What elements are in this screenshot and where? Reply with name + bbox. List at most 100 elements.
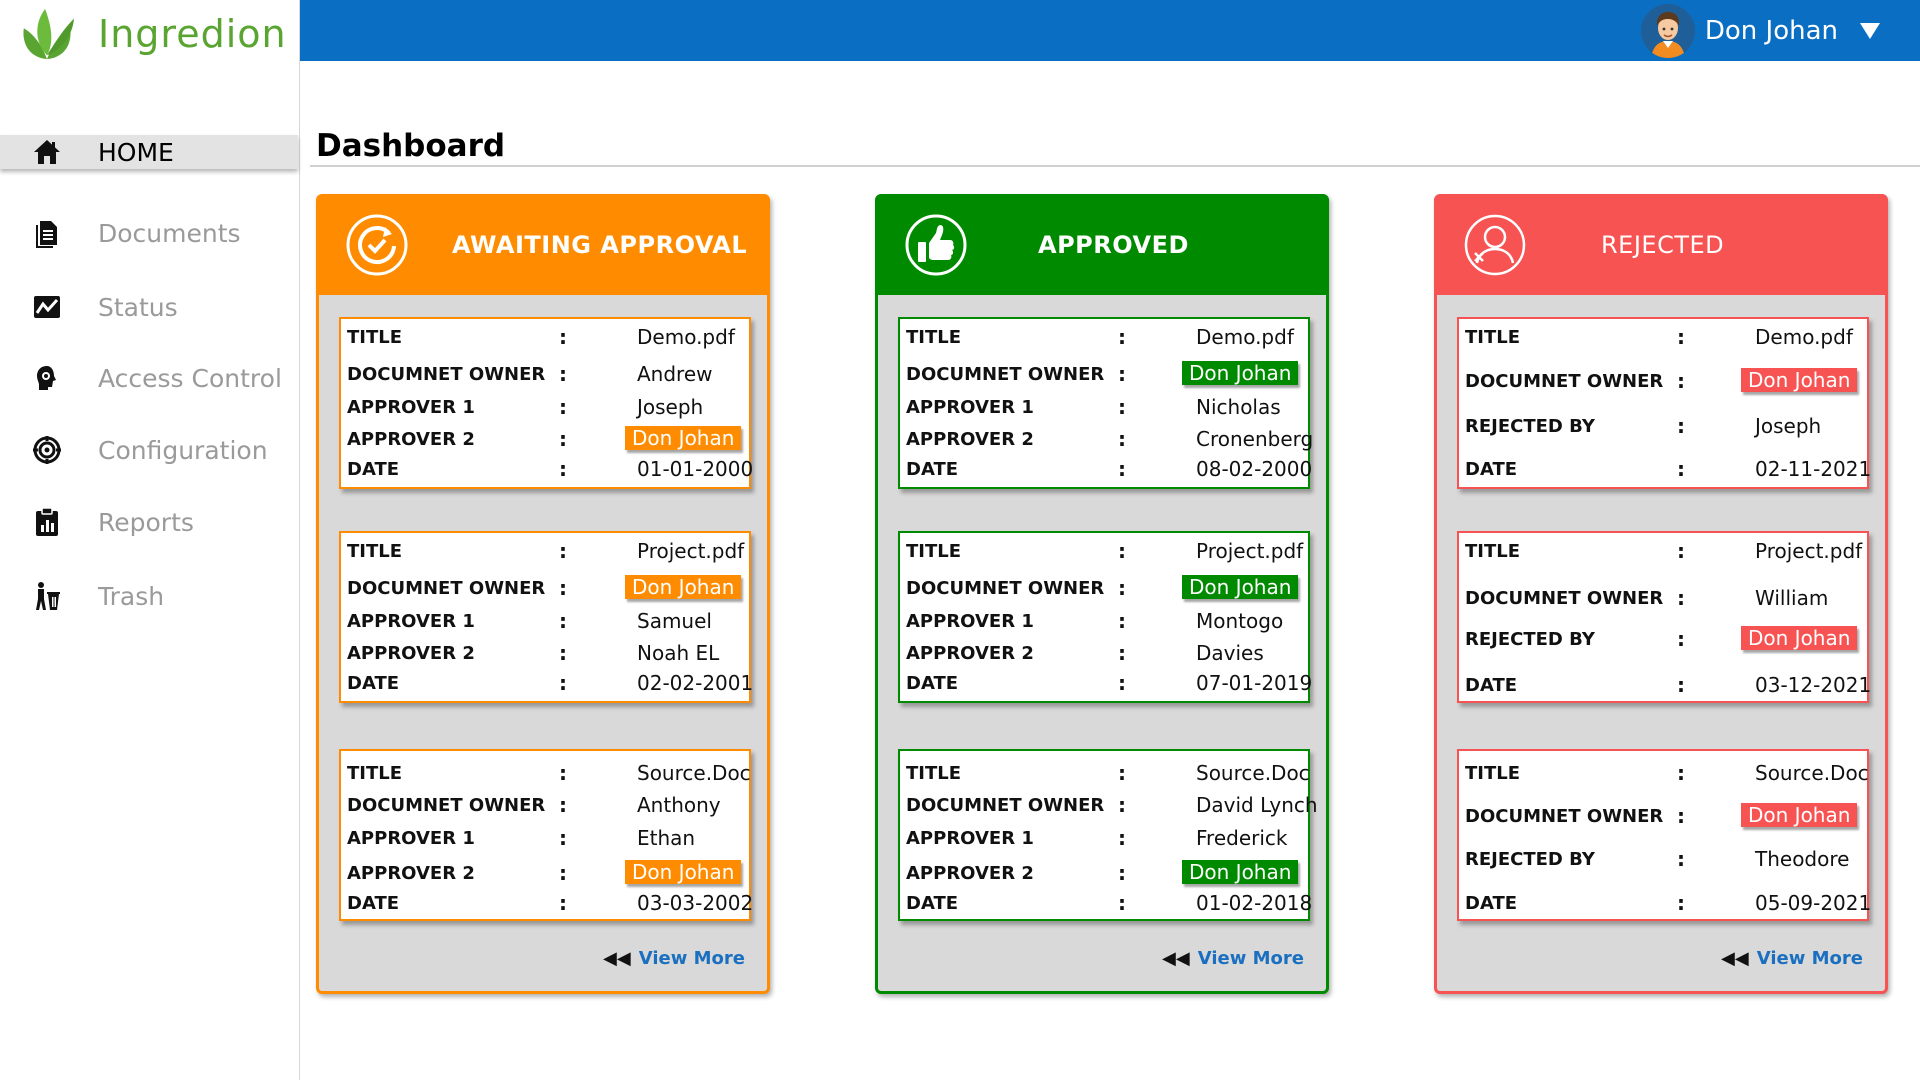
card-row-date: DATE: 01-02-2018 <box>900 889 1312 919</box>
sidebar-item-configuration[interactable]: Configuration <box>0 430 300 470</box>
colon: : <box>1677 325 1685 349</box>
card-row-approver-1: APPROVER 1: Samuel <box>341 607 749 637</box>
field-label: APPROVER 1 <box>906 828 1034 849</box>
colon: : <box>1118 609 1126 633</box>
colon: : <box>1118 395 1126 419</box>
user-highlight-badge: Don Johan <box>1741 626 1858 650</box>
field-value: Cronenberg <box>1196 427 1314 451</box>
colon: : <box>1118 793 1126 817</box>
field-value: Andrew <box>637 362 713 386</box>
rejected-panel: REJECTED TITLE: Demo.pdf DOCUMNET OWNER: D… <box>1434 194 1888 994</box>
sidebar-item-reports[interactable]: Reports <box>0 502 300 542</box>
colon: : <box>559 427 567 451</box>
field-value: Montogo <box>1196 609 1284 633</box>
view-more-link[interactable]: ◀◀ View More <box>603 948 745 969</box>
user-highlight-badge: Don Johan <box>625 426 742 450</box>
field-label: DOCUMNET OWNER <box>1465 806 1664 827</box>
sidebar-item-label: Configuration <box>98 435 268 465</box>
colon: : <box>1118 861 1126 885</box>
leaf-logo-icon <box>23 8 75 60</box>
brand-logo[interactable]: Ingredion <box>18 4 287 64</box>
document-card[interactable]: TITLE: Project.pdf DOCUMNET OWNER: William… <box>1457 531 1871 703</box>
sidebar-item-trash[interactable]: Trash <box>0 576 300 616</box>
field-value: Source.Doc <box>1196 761 1310 785</box>
colon: : <box>559 576 567 600</box>
field-value: Source.Doc <box>1755 761 1869 785</box>
colon: : <box>559 609 567 633</box>
field-label: APPROVER 1 <box>347 397 475 418</box>
field-label: DATE <box>347 459 400 480</box>
rewind-icon: ◀◀ <box>603 948 631 969</box>
view-more-link[interactable]: ◀◀ View More <box>1721 948 1863 969</box>
document-card[interactable]: TITLE: Demo.pdf DOCUMNET OWNER: Andrew APP… <box>339 317 753 489</box>
field-value: Nicholas <box>1196 395 1281 419</box>
colon: : <box>1118 761 1126 785</box>
field-label: APPROVER 1 <box>906 397 1034 418</box>
card-row-owner: DOCUMNET OWNER: William <box>1459 584 1867 614</box>
field-label: APPROVER 2 <box>906 643 1034 664</box>
document-card[interactable]: TITLE: Demo.pdf DOCUMNET OWNER: Don Johan … <box>898 317 1314 489</box>
sidebar-item-home[interactable]: HOME <box>0 135 298 169</box>
field-label: APPROVER 2 <box>906 429 1034 450</box>
field-value: 08-02-2000 <box>1196 457 1313 481</box>
card-row-title: TITLE: Source.Doc <box>341 759 751 789</box>
user-menu[interactable]: Don Johan <box>1640 3 1880 59</box>
home-icon <box>30 135 64 169</box>
sidebar-item-access-control[interactable]: Access Control <box>0 358 300 398</box>
colon: : <box>1677 804 1685 828</box>
colon: : <box>1677 586 1685 610</box>
colon: : <box>559 641 567 665</box>
card-row-owner: DOCUMNET OWNER: Don Johan <box>900 360 1308 390</box>
document-card[interactable]: TITLE: Demo.pdf DOCUMNET OWNER: Don Johan … <box>1457 317 1871 489</box>
sidebar-item-status[interactable]: Status <box>0 287 300 327</box>
card-row-approver-2: APPROVER 2: Davies <box>900 639 1308 669</box>
avatar[interactable] <box>1640 4 1695 58</box>
field-value: Demo.pdf <box>637 325 735 349</box>
trash-icon <box>30 579 64 613</box>
colon: : <box>559 539 567 563</box>
field-label: DATE <box>1465 675 1518 696</box>
document-card[interactable]: TITLE: Source.Doc DOCUMNET OWNER: David Ly… <box>898 749 1318 921</box>
user-avatar-icon <box>1640 4 1695 58</box>
user-name[interactable]: Don Johan <box>1705 16 1838 46</box>
page-title: Dashboard <box>316 128 506 164</box>
field-label: DATE <box>347 893 400 914</box>
user-highlight-badge: Don Johan <box>1182 361 1299 385</box>
approved-panel: APPROVED TITLE: Demo.pdf DOCUMNET OWNER: D… <box>875 194 1329 994</box>
colon: : <box>559 362 567 386</box>
field-label: DOCUMNET OWNER <box>1465 371 1664 392</box>
document-card[interactable]: TITLE: Source.Doc DOCUMNET OWNER: Anthony … <box>339 749 753 921</box>
card-row-rejected-by: REJECTED BY: Theodore <box>1459 845 1867 875</box>
field-label: DATE <box>1465 459 1518 480</box>
chevron-down-icon[interactable] <box>1860 23 1880 39</box>
sidebar-item-label: HOME <box>98 137 174 167</box>
field-value: Davies <box>1196 641 1264 665</box>
colon: : <box>1118 826 1126 850</box>
card-row-approver-2: APPROVER 2: Don Johan <box>341 859 749 889</box>
user-highlight-badge: Don Johan <box>1741 803 1858 827</box>
field-label: TITLE <box>1465 763 1521 784</box>
card-row-approver-1: APPROVER 1: Joseph <box>341 393 749 423</box>
colon: : <box>1118 539 1126 563</box>
card-row-date: DATE: 07-01-2019 <box>900 669 1312 699</box>
view-more-link[interactable]: ◀◀ View More <box>1162 948 1304 969</box>
field-value: Joseph <box>1755 414 1822 438</box>
document-card[interactable]: TITLE: Source.Doc DOCUMNET OWNER: Don Joha… <box>1457 749 1871 921</box>
card-row-date: DATE: 02-02-2001 <box>341 669 753 699</box>
field-label: DATE <box>906 893 959 914</box>
awaiting-approval-panel: AWAITING APPROVAL TITLE: Demo.pdf DOCUMNE… <box>316 194 770 994</box>
access-control-icon <box>30 361 64 395</box>
document-card[interactable]: TITLE: Project.pdf DOCUMNET OWNER: Don Joh… <box>898 531 1312 703</box>
title-divider <box>310 165 1920 167</box>
card-row-title: TITLE: Demo.pdf <box>341 323 749 353</box>
card-row-title: TITLE: Source.Doc <box>900 759 1310 789</box>
document-card[interactable]: TITLE: Project.pdf DOCUMNET OWNER: Don Joh… <box>339 531 753 703</box>
sidebar-item-documents[interactable]: Documents <box>0 213 300 253</box>
card-row-owner: DOCUMNET OWNER: David Lynch <box>900 791 1318 821</box>
field-label: DOCUMNET OWNER <box>1465 588 1664 609</box>
card-row-date: DATE: 02-11-2021 <box>1459 455 1871 485</box>
card-row-rejected-by: REJECTED BY: Don Johan <box>1459 625 1867 655</box>
field-value: Project.pdf <box>637 539 745 563</box>
field-label: APPROVER 2 <box>347 643 475 664</box>
field-label: DATE <box>906 673 959 694</box>
